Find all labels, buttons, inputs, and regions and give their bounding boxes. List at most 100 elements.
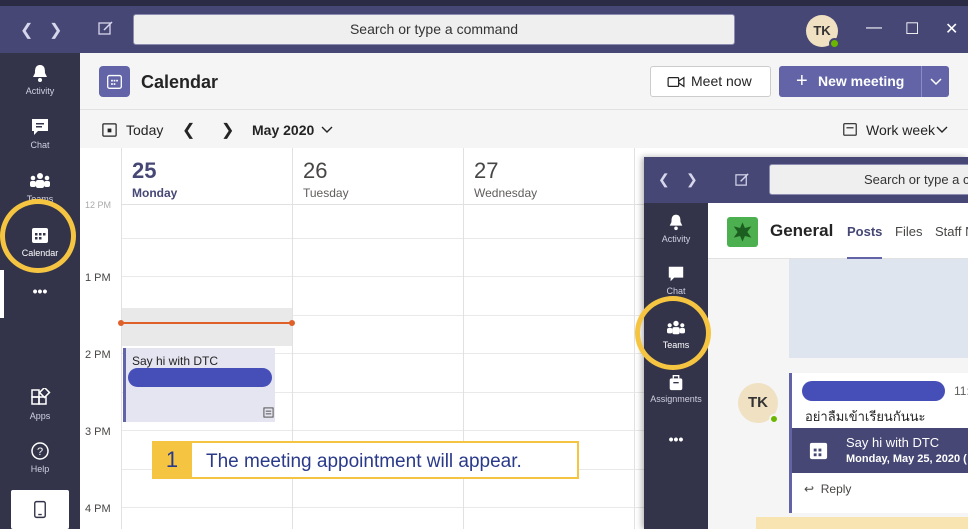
minimize-button[interactable]: —	[866, 19, 882, 37]
rail-item-activity[interactable]: Activity	[644, 213, 708, 244]
meeting-card-title: Say hi with DTC	[846, 435, 940, 450]
compose-icon[interactable]	[735, 172, 750, 187]
teams-highlight-ring	[635, 296, 711, 370]
previous-week-icon[interactable]: ❮	[182, 120, 195, 140]
apps-icon	[31, 388, 51, 405]
rail-item-chat[interactable]: Chat	[0, 117, 80, 150]
reply-button[interactable]: ↩ Reply	[804, 482, 851, 496]
back-arrow-icon[interactable]: ❮	[20, 20, 33, 40]
chevron-down-icon[interactable]	[321, 126, 333, 134]
meeting-card[interactable]: Say hi with DTC Monday, May 25, 2020 (	[792, 428, 968, 473]
day-number: 25	[132, 158, 157, 183]
current-time-line	[120, 322, 292, 324]
window-strip	[0, 0, 968, 6]
next-callout-edge	[756, 517, 968, 529]
day-name: Wednesday	[474, 186, 538, 200]
today-button[interactable]: Today	[126, 122, 163, 138]
calendar-app-icon	[99, 66, 130, 97]
rail-label: Activity	[25, 86, 55, 96]
time-label: 1 PM	[85, 272, 111, 284]
back-arrow-icon[interactable]: ❮	[658, 171, 670, 188]
forward-arrow-icon[interactable]: ❯	[686, 171, 698, 188]
rail-label: Activity	[661, 234, 691, 244]
rail-item-apps[interactable]: Apps	[0, 388, 80, 421]
more-apps-icon[interactable]: •••	[644, 431, 708, 447]
rail-label: Apps	[29, 411, 51, 421]
day-number: 27	[474, 158, 499, 183]
avatar[interactable]: TK	[806, 15, 840, 49]
page-title: Calendar	[141, 72, 219, 92]
search-input[interactable]: Search or type a command	[133, 14, 735, 45]
chevron-down-icon	[930, 78, 942, 86]
details-icon	[263, 407, 274, 418]
rail-label: Chat	[30, 140, 50, 150]
meet-now-label: Meet now	[691, 73, 752, 89]
chat-icon	[668, 266, 684, 282]
chevron-down-icon[interactable]	[936, 126, 948, 134]
meeting-card-date: Monday, May 25, 2020 (	[846, 453, 967, 465]
instruction-callout: 1 The meeting appointment will appear.	[152, 441, 579, 479]
time-label: 2 PM	[85, 349, 111, 361]
avatar-initials: TK	[813, 23, 831, 38]
phone-icon	[34, 500, 46, 519]
new-meeting-label: New meeting	[818, 73, 905, 89]
tab-staff-notebook[interactable]: Staff N	[935, 224, 968, 239]
assignments-icon	[669, 375, 683, 391]
teams-icon	[30, 173, 50, 188]
calendar-icon	[809, 442, 828, 460]
month-selector[interactable]: May 2020	[252, 122, 314, 138]
rail-item-assignments[interactable]: Assignments	[644, 373, 708, 404]
rail-label: Chat	[666, 286, 686, 296]
view-calendar-icon	[843, 123, 857, 136]
next-week-icon[interactable]: ❯	[221, 120, 234, 140]
video-camera-icon	[667, 76, 685, 88]
chat-icon	[32, 119, 48, 135]
search-input[interactable]: Search or type a c	[769, 164, 968, 195]
day-name: Monday	[132, 186, 178, 200]
post-card: 11: อย่าลืมเข้าเรียนกันนะ Say hi with DT…	[789, 373, 968, 513]
callout-number: 1	[152, 441, 192, 479]
today-calendar-icon	[102, 123, 117, 137]
bell-icon	[669, 214, 683, 231]
meeting-event[interactable]: Say hi with DTC	[123, 348, 275, 422]
posts-feed: TK 11: อย่าลืมเข้าเรียนกันนะ Say hi with…	[708, 259, 968, 529]
tab-posts[interactable]: Posts	[847, 224, 882, 239]
new-meeting-dropdown[interactable]	[921, 66, 949, 97]
tab-files[interactable]: Files	[895, 224, 922, 239]
mobile-download-button[interactable]	[11, 490, 69, 529]
calendar-toolbar: Today ❮ ❯ May 2020 Work week	[80, 109, 968, 148]
maximize-button[interactable]: ☐	[905, 19, 919, 39]
rail-item-activity[interactable]: Activity	[0, 63, 80, 96]
current-time-dot	[289, 320, 295, 326]
avatar[interactable]: TK	[738, 383, 779, 424]
help-icon: ?	[31, 442, 49, 460]
time-label: 3 PM	[85, 426, 111, 438]
new-meeting-button[interactable]: + New meeting	[779, 66, 921, 97]
presence-dot	[769, 414, 779, 424]
current-time-dot	[118, 320, 124, 326]
avatar-initials: TK	[748, 394, 768, 411]
view-selector[interactable]: Work week	[866, 122, 935, 138]
redacted-name-bar	[802, 381, 945, 401]
svg-text:?: ?	[37, 446, 43, 458]
more-apps-icon[interactable]: •••	[0, 283, 80, 299]
calendar-highlight-ring	[0, 199, 76, 273]
plus-icon: +	[796, 70, 808, 92]
rail-item-help[interactable]: ? Help	[0, 441, 80, 474]
close-button[interactable]: ✕	[945, 19, 958, 39]
compose-icon[interactable]	[98, 20, 114, 36]
callout-text: The meeting appointment will appear.	[206, 451, 522, 472]
title-bar: ❮ ❯ Search or type a command TK — ☐ ✕	[0, 0, 968, 53]
meet-now-button[interactable]: Meet now	[650, 66, 771, 97]
time-label-partial: 12 PM	[85, 200, 112, 210]
forward-arrow-icon[interactable]: ❯	[49, 20, 62, 40]
app-rail: Activity Chat Teams Calendar ••• Apps ? …	[0, 53, 80, 529]
rail-label: Assignments	[650, 394, 702, 404]
day-name: Tuesday	[303, 186, 349, 200]
rail-item-chat[interactable]: Chat	[644, 265, 708, 296]
calendar-header: Calendar Meet now + New meeting	[80, 53, 968, 109]
time-label: 4 PM	[85, 503, 111, 515]
reply-arrow-icon: ↩	[804, 482, 821, 496]
channel-name: General	[770, 221, 834, 240]
rail-label: Help	[30, 464, 50, 474]
